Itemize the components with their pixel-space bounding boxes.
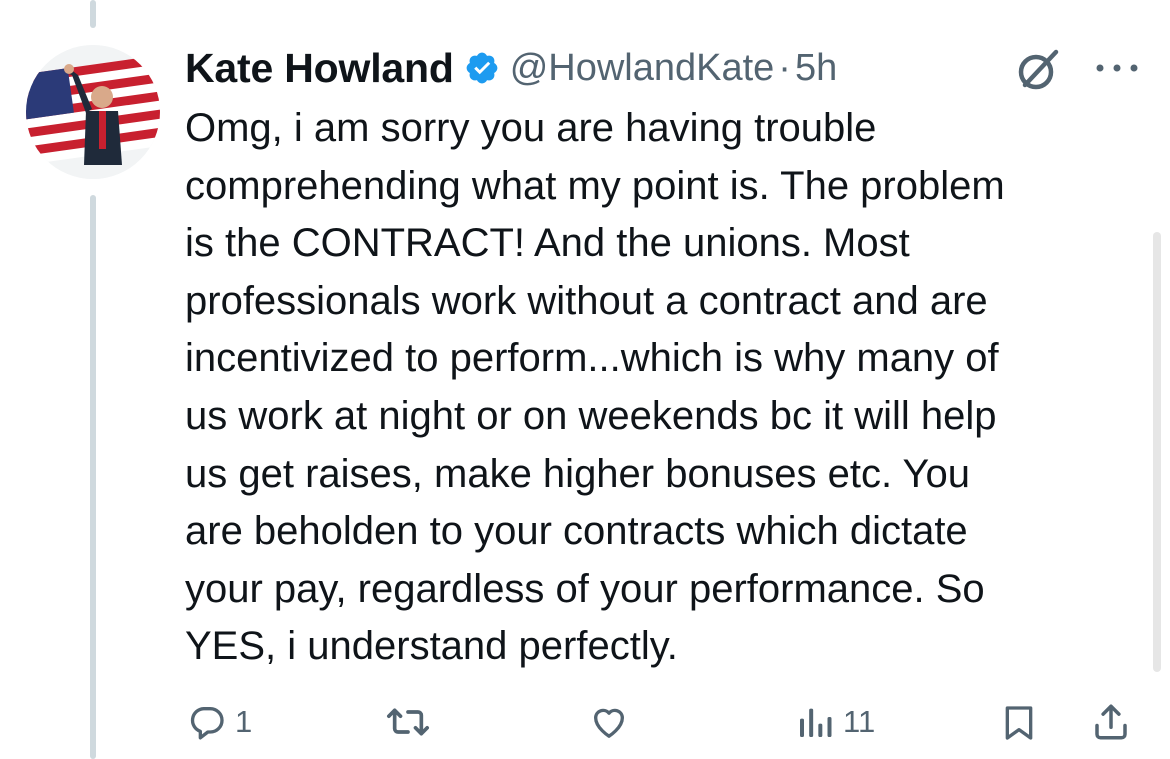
thread-line-top <box>90 0 96 28</box>
bookmark-button[interactable] <box>999 702 1039 744</box>
reply-count: 1 <box>235 704 253 739</box>
views-icon <box>800 708 832 737</box>
share-icon <box>1095 704 1127 740</box>
author-name[interactable]: Kate Howland <box>185 45 454 92</box>
share-button[interactable] <box>1090 700 1132 744</box>
retweet-icon <box>387 708 429 736</box>
retweet-button[interactable] <box>384 702 440 742</box>
like-button[interactable] <box>588 702 638 742</box>
reply-icon <box>190 707 224 740</box>
grok-icon[interactable] <box>1012 44 1064 96</box>
views-count: 11 <box>843 704 876 739</box>
more-icon[interactable] <box>1094 58 1140 78</box>
bookmark-icon <box>1005 706 1033 740</box>
avatar-image <box>26 45 160 179</box>
thread-line-bottom <box>90 195 96 759</box>
timestamp[interactable]: 5h <box>795 47 837 90</box>
avatar[interactable] <box>26 45 160 179</box>
verified-badge-icon <box>466 52 498 84</box>
like-icon <box>594 708 624 738</box>
tweet-header: Kate Howland @HowlandKate · 5h <box>185 42 837 94</box>
tweet-text: Omg, i am sorry you are having trouble c… <box>185 106 1005 669</box>
views-button[interactable]: 11 <box>795 702 875 742</box>
author-handle[interactable]: @HowlandKate <box>510 47 775 90</box>
tweet-actions: 1 11 <box>0 700 1170 748</box>
separator-dot: · <box>778 46 791 89</box>
reply-button[interactable]: 1 <box>187 702 252 742</box>
scrollbar[interactable] <box>1153 232 1161 672</box>
